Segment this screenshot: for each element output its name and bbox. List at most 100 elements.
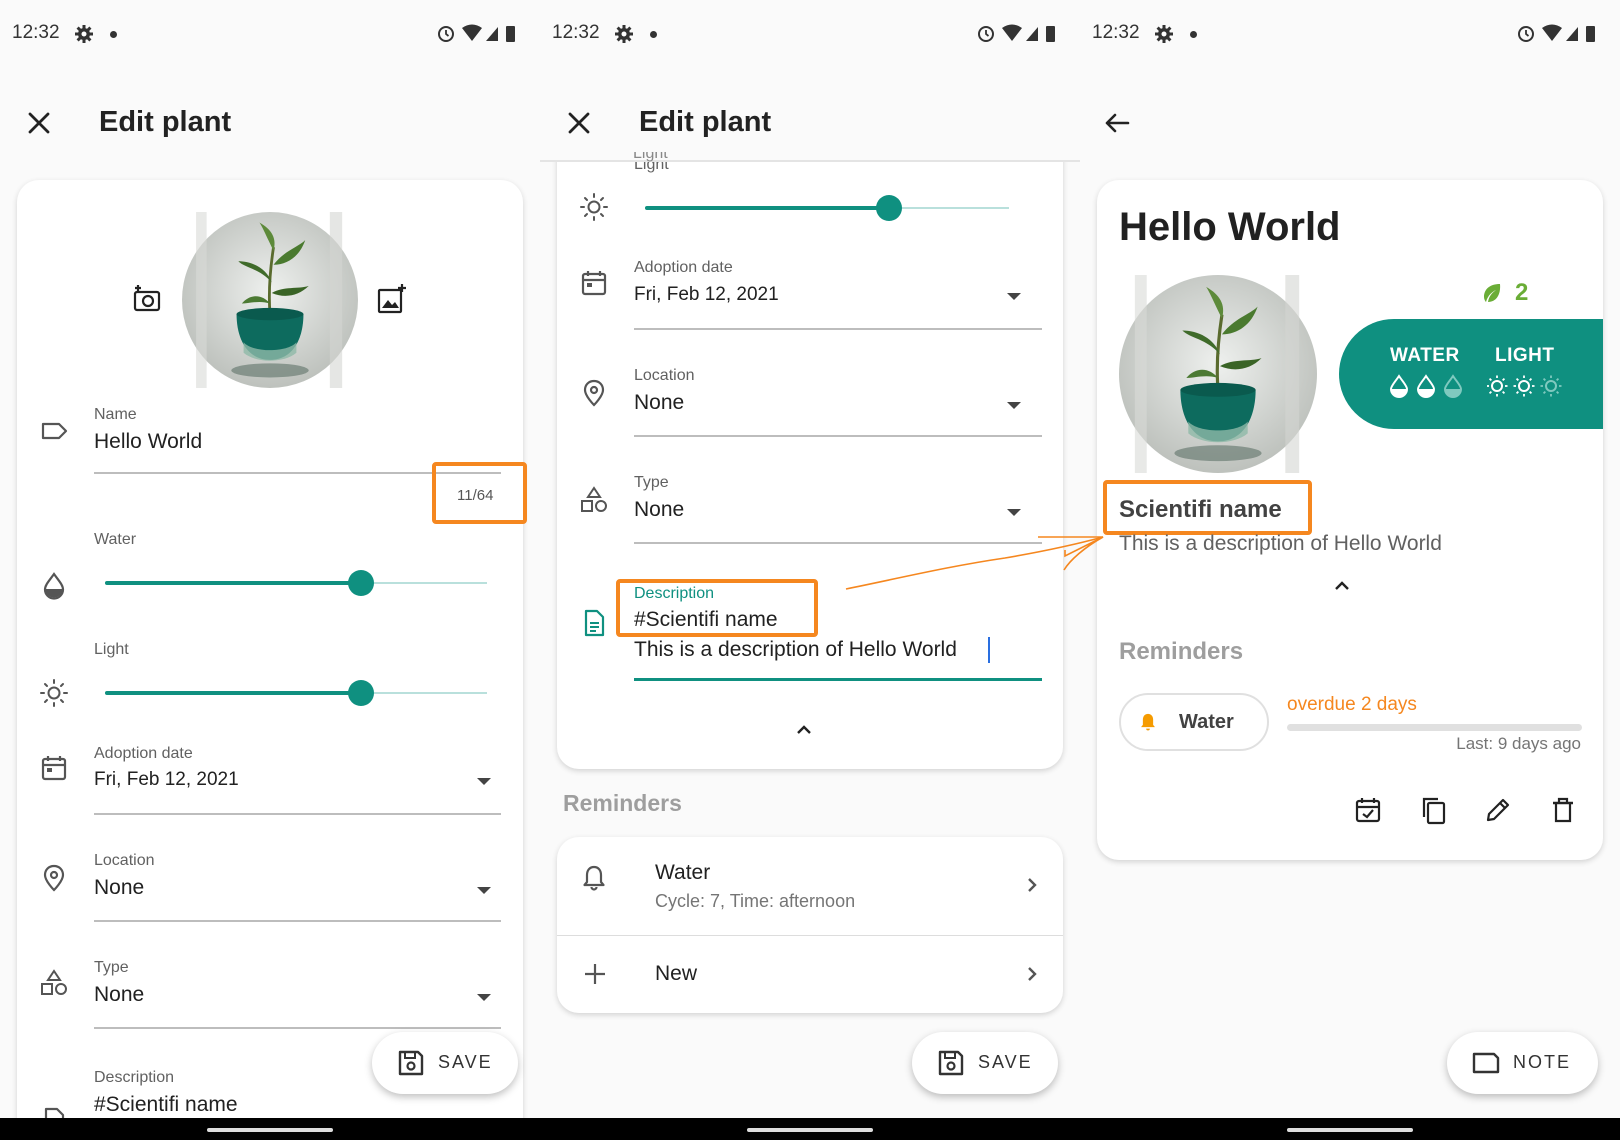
adoption-date-dropdown-arrow[interactable]: [1007, 293, 1021, 300]
light-slider[interactable]: [645, 183, 1009, 233]
adoption-date-dropdown-arrow[interactable]: [477, 778, 491, 785]
light-slider[interactable]: [105, 668, 487, 718]
type-field[interactable]: None: [94, 983, 144, 1007]
calendar-icon: [39, 753, 69, 783]
plant-photo[interactable]: [1119, 275, 1317, 473]
status-time: 12:32: [552, 22, 600, 43]
water-level-icons: [1389, 374, 1463, 398]
screen-edit-plant-1: 12:32 Edit plant Name Hello World 11/64 …: [0, 0, 540, 1118]
water-level-mark: [1416, 374, 1436, 398]
description-doc-icon: [39, 1106, 69, 1118]
home-gesture-pill[interactable]: [747, 1128, 873, 1132]
light-slider-thumb[interactable]: [347, 680, 374, 706]
close-icon[interactable]: [564, 108, 594, 138]
plus-icon: [585, 964, 605, 984]
plant-name: Hello World: [1119, 205, 1341, 249]
add-photo-camera-icon[interactable]: [130, 282, 164, 316]
description-field[interactable]: #Scientifi name: [94, 1093, 238, 1117]
location-pin-icon: [39, 863, 69, 893]
description-line-2[interactable]: This is a description of Hello World: [634, 638, 957, 662]
edit-pencil-icon[interactable]: [1483, 795, 1513, 825]
reminder-name: Water: [655, 861, 711, 884]
back-arrow-icon[interactable]: [1102, 108, 1132, 138]
water-level-indicator: [1389, 374, 1469, 398]
overdue-status: overdue 2 days: [1287, 694, 1417, 715]
status-bar: 12:32: [540, 0, 1080, 68]
leaf-count: 2: [1515, 279, 1529, 306]
light-slider-fill: [645, 206, 889, 210]
save-button-label: SAVE: [438, 1052, 493, 1072]
type-dropdown-arrow[interactable]: [1007, 509, 1021, 516]
add-image-icon[interactable]: [375, 282, 409, 316]
light-slider-fill: [105, 691, 361, 695]
home-gesture-pill[interactable]: [1287, 1128, 1413, 1132]
light-slider-thumb[interactable]: [875, 195, 902, 221]
light-level-icons: [1486, 375, 1562, 397]
collapse-chevron-icon[interactable]: [1332, 576, 1352, 596]
sun-icon: [579, 192, 609, 222]
save-button[interactable]: SAVE: [372, 1032, 518, 1094]
plant-photo[interactable]: [182, 212, 358, 388]
name-field[interactable]: Hello World: [94, 430, 202, 454]
save-icon: [396, 1048, 426, 1078]
adoption-date-field[interactable]: Fri, Feb 12, 2021: [634, 284, 779, 306]
location-dropdown-arrow[interactable]: [477, 887, 491, 894]
adoption-date-underline: [634, 328, 1042, 330]
light-level-mark: [1513, 375, 1535, 397]
status-bar: 12:32: [1080, 0, 1620, 68]
screen-edit-plant-2: Light Adoption date Fri, Feb 12, 2021 Lo…: [540, 0, 1080, 1118]
reminders-heading: Reminders: [563, 790, 682, 816]
calendar-icon: [579, 268, 609, 298]
plant-detail-card: Hello World 2 WATER LIGHT Scientifi name…: [1097, 180, 1603, 860]
reminder-chip-water[interactable]: Water: [1119, 693, 1269, 751]
reminders-card: Water Cycle: 7, Time: afternoon New: [557, 837, 1063, 1013]
type-dropdown-arrow[interactable]: [477, 994, 491, 1001]
close-icon[interactable]: [24, 108, 54, 138]
top-app-bar: [1080, 90, 1620, 160]
location-dropdown-arrow[interactable]: [1007, 402, 1021, 409]
water-slider-thumb[interactable]: [347, 570, 374, 596]
light-care-label: LIGHT: [1495, 345, 1555, 366]
save-button[interactable]: SAVE: [912, 1032, 1058, 1094]
reminder-row-water[interactable]: Water Cycle: 7, Time: afternoon: [557, 837, 1063, 935]
status-time: 12:32: [12, 22, 60, 43]
location-field[interactable]: None: [94, 876, 144, 900]
care-panel: WATER LIGHT: [1339, 319, 1603, 429]
save-icon: [936, 1048, 966, 1078]
shapes-icon: [579, 485, 609, 515]
adoption-date-field[interactable]: Fri, Feb 12, 2021: [94, 769, 239, 791]
type-field[interactable]: None: [634, 498, 684, 522]
bell-icon: [579, 863, 609, 893]
label-icon: [39, 416, 69, 446]
system-navigation-bar: [0, 1118, 1620, 1140]
screen-plant-detail: 12:32 Hello World 2 WATER LIGHT Scientif…: [1080, 0, 1620, 1118]
light-level-mark: [1486, 375, 1508, 397]
new-reminder-row[interactable]: New: [557, 936, 1063, 1013]
description-underline-focused: [634, 678, 1042, 681]
calendar-check-icon[interactable]: [1353, 795, 1383, 825]
bell-icon: [1141, 713, 1155, 731]
top-app-bar: Edit plant: [540, 90, 1080, 160]
collapse-chevron-icon[interactable]: [794, 720, 814, 740]
delete-trash-icon[interactable]: [1548, 795, 1578, 825]
status-icons: [976, 22, 1066, 46]
home-gesture-pill[interactable]: [207, 1128, 333, 1132]
type-underline: [634, 542, 1042, 544]
status-icons: [1516, 22, 1606, 46]
copy-icon[interactable]: [1418, 795, 1448, 825]
type-underline: [94, 1027, 501, 1029]
gear-icon: [614, 24, 634, 44]
light-label-peek: Light: [633, 152, 693, 162]
note-button-label: NOTE: [1513, 1052, 1572, 1072]
water-drop-icon: [39, 570, 69, 600]
water-slider[interactable]: [105, 558, 487, 608]
note-button[interactable]: NOTE: [1447, 1032, 1598, 1094]
top-app-bar: Edit plant: [0, 90, 540, 160]
light-level-mark: [1540, 375, 1562, 397]
leaf-icon: [1484, 284, 1501, 302]
new-reminder-label: New: [655, 962, 698, 985]
shapes-icon: [39, 968, 69, 998]
chevron-right-icon: [1028, 878, 1037, 892]
type-label: Type: [634, 474, 669, 491]
location-field[interactable]: None: [634, 391, 684, 415]
